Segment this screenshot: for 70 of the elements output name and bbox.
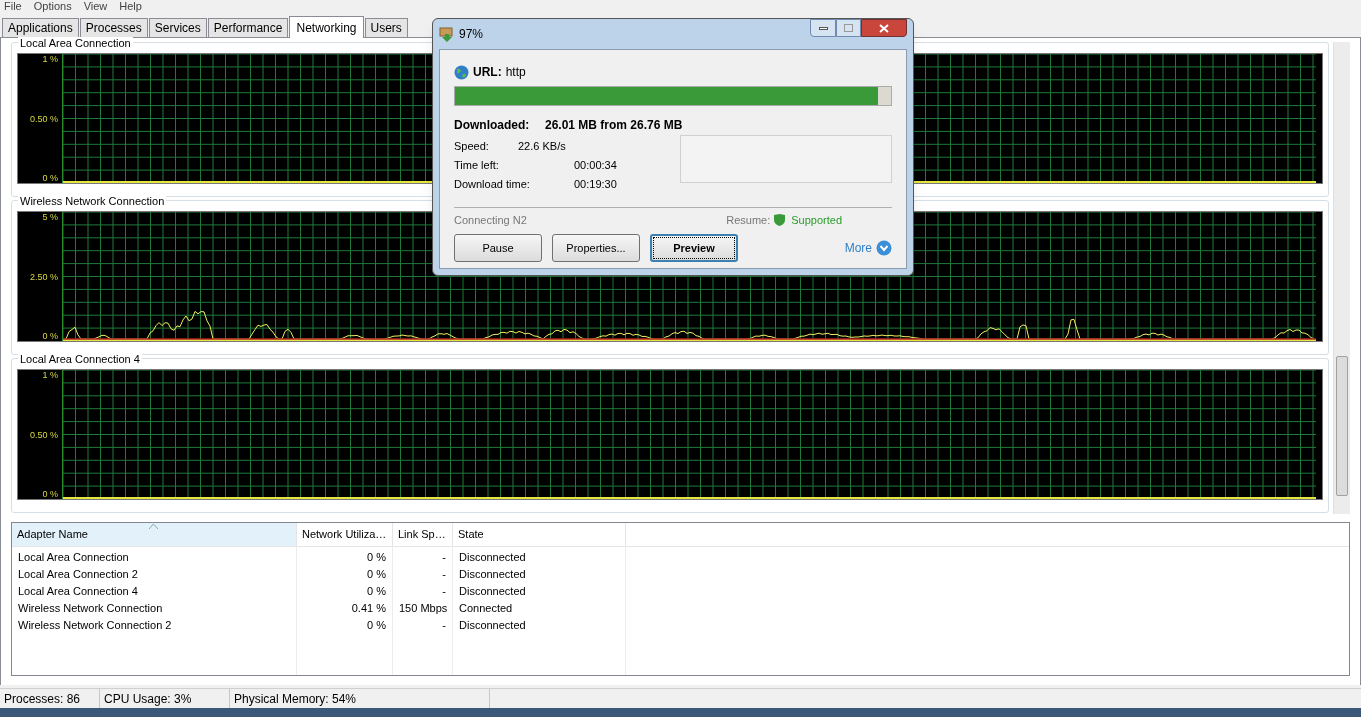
stat-value: 00:19:30	[574, 177, 617, 193]
downloaded-label: Downloaded:	[454, 117, 531, 134]
scrollbar[interactable]	[1333, 42, 1350, 514]
stat-label: Download time:	[454, 177, 531, 193]
resume-status: Supported	[791, 212, 842, 228]
table-cell-text: Disconnected	[458, 584, 527, 599]
close-icon	[879, 23, 889, 33]
table-cell-text: Local Area Connection	[17, 550, 130, 565]
tab[interactable]: Services	[148, 18, 207, 37]
dialog-button[interactable]: Preview	[650, 234, 738, 262]
tab[interactable]: Networking	[289, 16, 364, 38]
table-cell-text: 150 Mbps	[398, 601, 449, 616]
table-cell-text: Wireless Network Connection	[17, 601, 164, 616]
shield-icon	[774, 214, 786, 226]
window-title: 97%	[459, 26, 484, 43]
minimize-button[interactable]	[810, 19, 836, 37]
resume-label: Resume:	[726, 212, 771, 228]
menu-item[interactable]: Options	[33, 0, 72, 12]
dialog-button[interactable]: Pause	[454, 234, 542, 262]
axis-label: 2.50 %	[29, 271, 58, 282]
table-cell-text: Disconnected	[458, 567, 527, 582]
menu-item[interactable]: File	[4, 0, 22, 12]
graph-title: Local Area Connection 4	[18, 353, 142, 366]
globe-icon	[454, 64, 469, 80]
tab[interactable]: Applications	[2, 18, 79, 37]
connection-status: Connecting N2	[454, 212, 527, 228]
downloaded-value: 26.01 MB from 26.76 MB	[545, 117, 683, 134]
table-cell-text: Wireless Network Connection 2	[17, 618, 173, 633]
table-cell-text: Disconnected	[458, 550, 527, 565]
axis-label: 0 %	[42, 173, 58, 183]
axis-label: 5 %	[42, 212, 58, 222]
stat-label: Speed:	[454, 139, 490, 155]
stat-value: 22.6 KB/s	[518, 139, 566, 155]
table-cell-text: -	[441, 550, 447, 565]
menu-item[interactable]: View	[83, 0, 108, 12]
graph-title: Wireless Network Connection	[18, 195, 167, 208]
stat-label: Time left:	[454, 158, 500, 174]
tab[interactable]: Processes	[79, 18, 148, 37]
tab[interactable]: Performance	[207, 18, 289, 37]
axis-label: 1 %	[42, 54, 58, 64]
maximize-button[interactable]	[836, 19, 861, 37]
table-cell-text: Disconnected	[458, 618, 527, 633]
expand-icon	[876, 240, 892, 256]
tab[interactable]: Users	[364, 18, 408, 37]
table-cell-text: -	[441, 584, 447, 599]
table-cell-text: 0.41 %	[350, 601, 387, 616]
table-cell-text: Connected	[458, 601, 514, 616]
stat-value: 00:00:34	[574, 158, 617, 174]
column-header[interactable]: Adapter Name	[12, 523, 297, 546]
table-cell-text: Local Area Connection 4	[17, 584, 139, 599]
url-label: URL:	[473, 64, 502, 81]
table-cell-text: 0 %	[366, 567, 387, 582]
menu-item[interactable]: Help	[119, 0, 142, 12]
url-text: http	[505, 64, 526, 81]
table-cell-text: 0 %	[366, 618, 387, 633]
table-cell-text: 0 %	[366, 584, 387, 599]
axis-label: 0 %	[42, 489, 58, 499]
table-cell-text: Local Area Connection 2	[17, 567, 139, 582]
close-button[interactable]	[861, 19, 907, 37]
table-cell-text: 0 %	[366, 550, 387, 565]
download-icon	[439, 26, 455, 42]
axis-label: 0.50 %	[29, 113, 58, 124]
dialog-button[interactable]: Properties...	[552, 234, 640, 262]
table-cell-text: -	[441, 618, 447, 633]
more-button[interactable]: More	[844, 239, 892, 257]
axis-label: 0 %	[42, 331, 58, 341]
graph-title: Local Area Connection	[18, 37, 133, 50]
axis-label: 1 %	[42, 370, 58, 380]
axis-label: 0.50 %	[29, 429, 58, 440]
table-cell-text: -	[441, 567, 447, 582]
